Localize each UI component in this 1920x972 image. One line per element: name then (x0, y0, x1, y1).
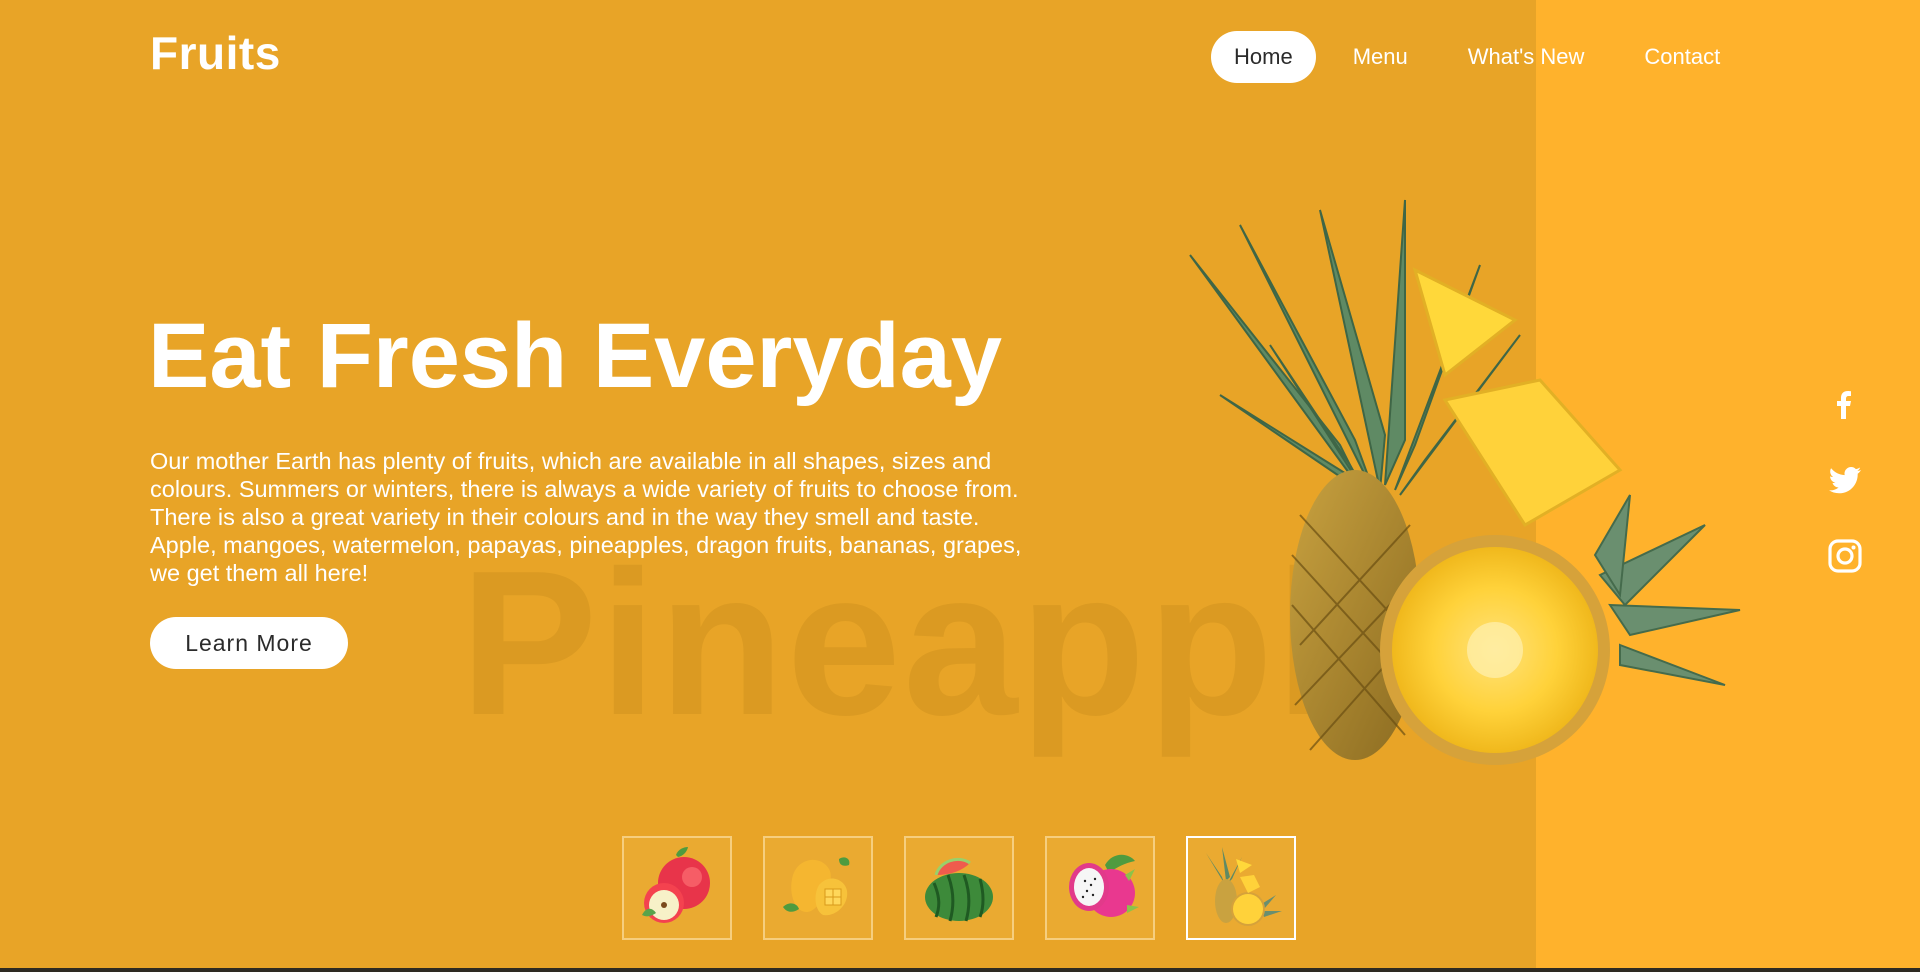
thumbnail-apple[interactable] (622, 836, 732, 940)
mango-icon (783, 857, 850, 916)
nav-menu[interactable]: Menu (1330, 31, 1431, 83)
nav-home[interactable]: Home (1211, 31, 1316, 83)
thumbnail-pineapple[interactable] (1186, 836, 1296, 940)
twitter-icon[interactable] (1826, 461, 1864, 499)
fruit-thumbnails (622, 836, 1327, 940)
learn-more-button[interactable]: Learn More (150, 617, 348, 669)
nav-contact[interactable]: Contact (1621, 31, 1743, 83)
bottom-strip (0, 968, 1920, 972)
pineapple-icon (1206, 847, 1282, 926)
thumbnail-mango[interactable] (763, 836, 873, 940)
instagram-icon[interactable] (1826, 537, 1864, 575)
watermelon-icon (925, 858, 993, 922)
apple-icon (642, 847, 710, 923)
dragon-fruit-icon (1069, 854, 1139, 917)
hero-title: Eat Fresh Everyday (148, 305, 1003, 407)
site-logo[interactable]: Fruits (150, 26, 281, 80)
pineapple-icon (1189, 199, 1741, 765)
main-nav: Home Menu What's New Contact (1211, 31, 1757, 83)
social-links (1826, 385, 1864, 613)
hero-description: Our mother Earth has plenty of fruits, w… (150, 448, 1022, 586)
nav-whats-new[interactable]: What's New (1445, 31, 1608, 83)
thumbnail-watermelon[interactable] (904, 836, 1014, 940)
facebook-icon[interactable] (1826, 385, 1864, 423)
thumbnail-dragon-fruit[interactable] (1045, 836, 1155, 940)
